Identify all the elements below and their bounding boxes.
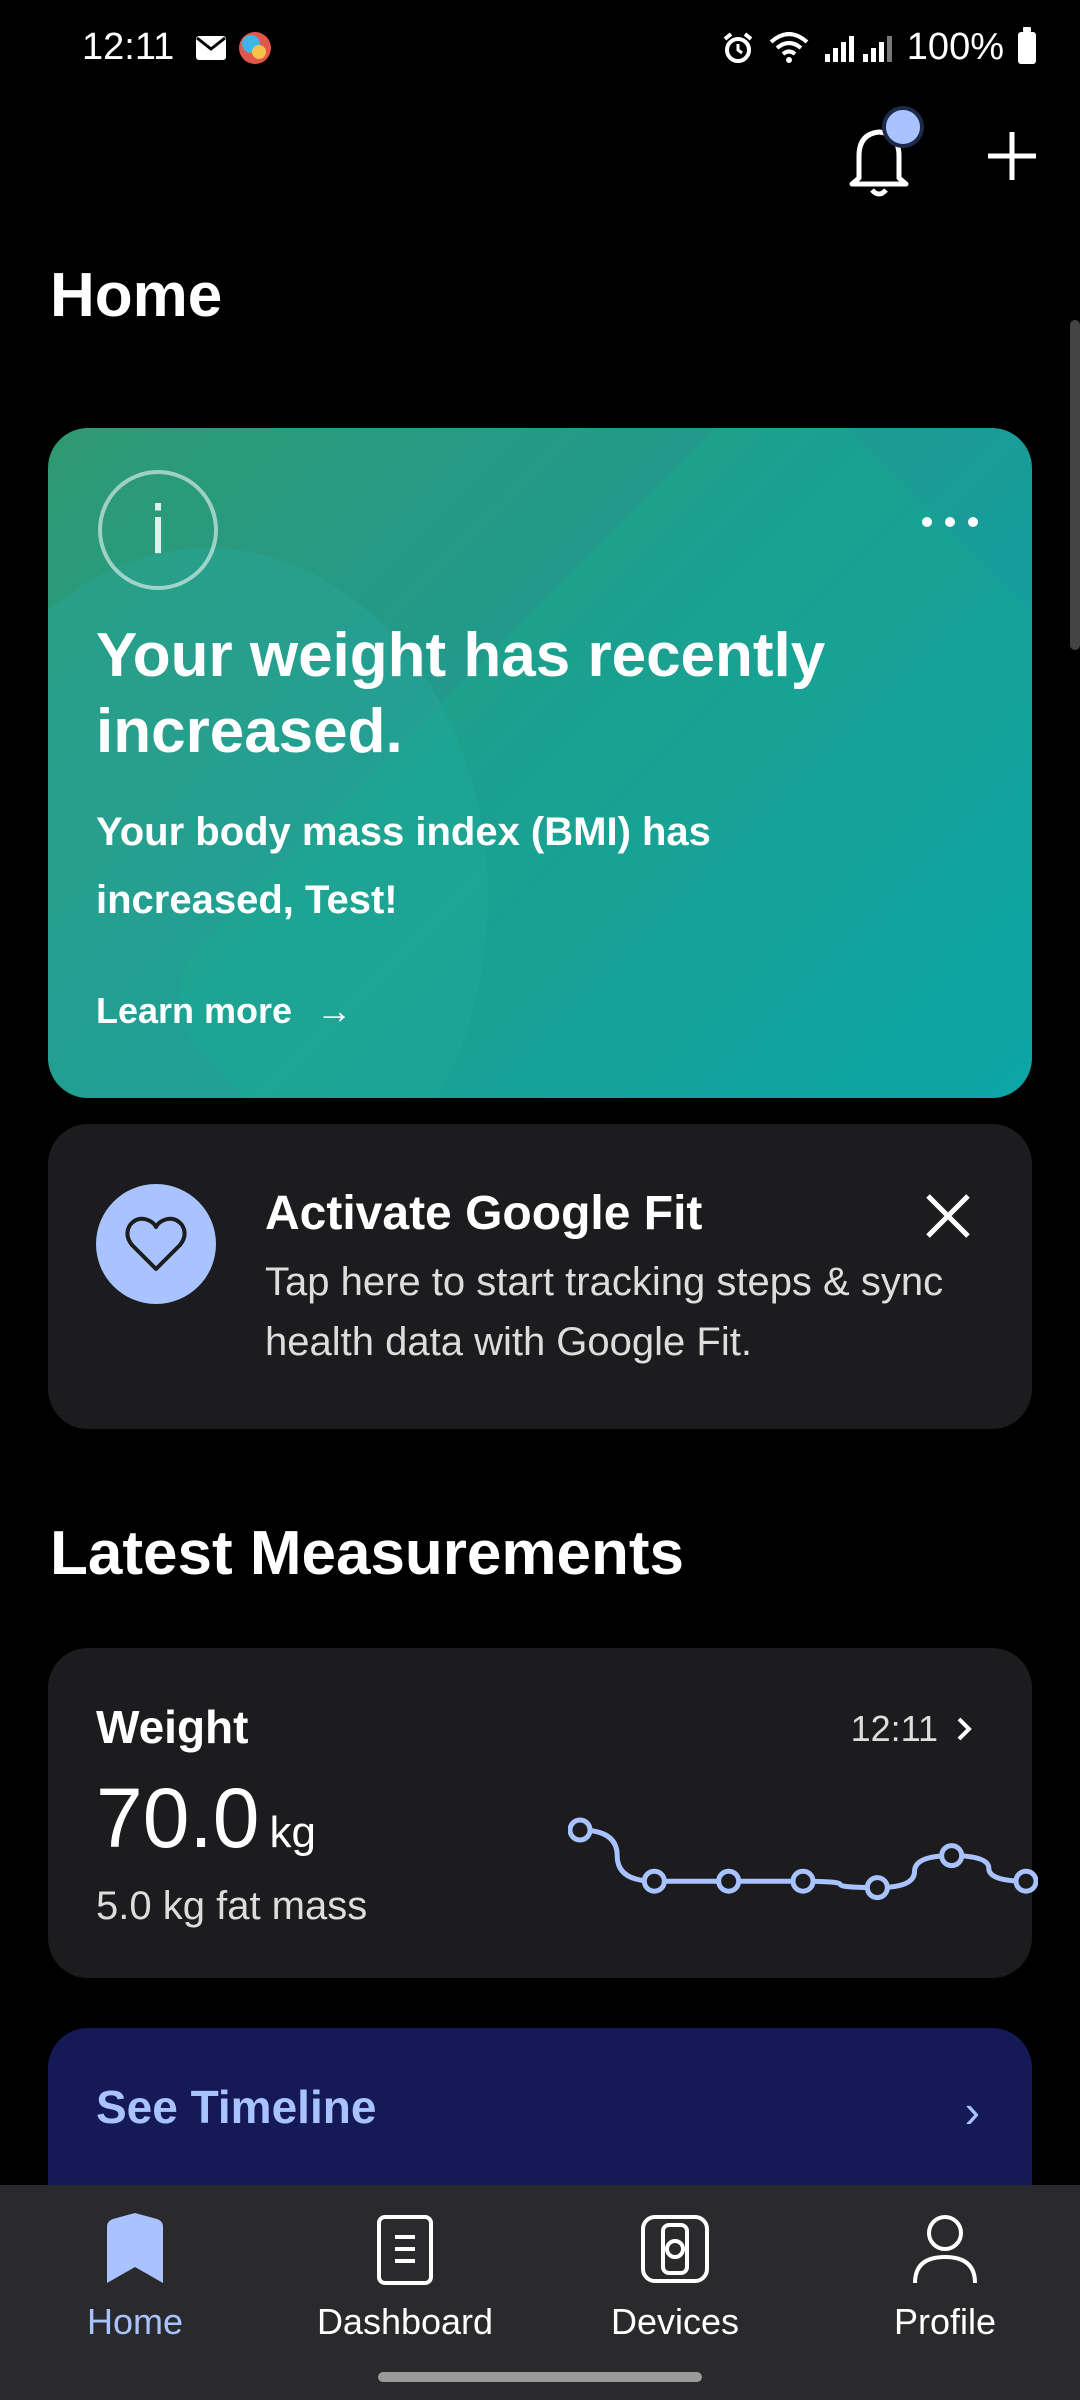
more-options-button[interactable] — [920, 486, 980, 541]
heart-icon — [125, 1216, 187, 1271]
bottom-navigation: Home Dashboard Devices Profile — [0, 2185, 1080, 2400]
weight-number: 70.0 — [96, 1771, 260, 1865]
mail-icon — [196, 36, 226, 60]
weight-card[interactable]: Weight 12:11 70.0 kg 5.0 kg fat mass — [48, 1648, 1038, 1978]
trend-point — [1013, 1868, 1038, 1894]
heart-icon-badge — [96, 1184, 216, 1304]
trend-point — [716, 1868, 742, 1894]
learn-more-link[interactable]: Learn more → — [96, 990, 352, 1032]
google-fit-title: Activate Google Fit — [265, 1187, 703, 1240]
see-timeline-button[interactable]: See Timeline › — [48, 2028, 1032, 2188]
nav-devices[interactable]: Devices — [540, 2185, 810, 2400]
google-fit-card[interactable]: Activate Google Fit Tap here to start tr… — [48, 1124, 1032, 1429]
battery-percent: 100% — [906, 26, 1004, 68]
section-title: Latest Measurements — [50, 1519, 685, 1588]
nav-label: Devices — [610, 2301, 740, 2342]
status-bar: 12:11 100% — [0, 0, 1080, 100]
more-icon — [922, 517, 978, 527]
nav-label: Profile — [893, 2301, 997, 2342]
profile-icon — [913, 2215, 977, 2284]
weight-trend-chart — [568, 1817, 1038, 1901]
measurement-time-text: 12:11 — [850, 1708, 938, 1749]
google-fit-description: Tap here to start tracking steps & sync … — [265, 1260, 944, 1364]
status-time: 12:11 — [82, 26, 175, 68]
alarm-icon — [723, 31, 753, 63]
dismiss-button[interactable] — [918, 1186, 978, 1246]
nav-profile[interactable]: Profile — [810, 2185, 1080, 2400]
dashboard-icon — [377, 2215, 433, 2285]
trend-point — [641, 1868, 667, 1894]
notification-badge — [882, 106, 924, 148]
nav-label: Dashboard — [316, 2301, 494, 2342]
battery-icon — [1018, 26, 1036, 64]
watch-icon — [641, 2215, 709, 2283]
plus-icon — [988, 132, 1036, 180]
insight-card[interactable]: i Your weight has recently increased. Yo… — [48, 428, 1032, 1098]
measurement-time: 12:11 — [851, 1708, 972, 1750]
weight-unit: kg — [269, 1808, 316, 1857]
app-icon — [239, 32, 271, 64]
insight-title: Your weight has recently increased. — [96, 621, 826, 766]
weight-value: 70.0 kg — [96, 1770, 316, 1867]
add-button[interactable] — [984, 125, 1040, 195]
home-icon — [107, 2213, 163, 2283]
insight-body: Your body mass index (BMI) has increased… — [96, 810, 711, 922]
trend-point — [790, 1868, 816, 1894]
page-title: Home — [50, 261, 223, 330]
trend-point — [568, 1817, 593, 1843]
measurement-label: Weight — [96, 1701, 249, 1753]
trend-point — [864, 1875, 890, 1901]
signal-icon — [824, 35, 892, 62]
nav-dashboard[interactable]: Dashboard — [270, 2185, 540, 2400]
trend-point — [939, 1843, 965, 1869]
nav-label: Home — [86, 2301, 184, 2342]
nav-home[interactable]: Home — [0, 2185, 270, 2400]
learn-more-label: Learn more — [96, 990, 293, 1031]
arrow-right-icon: → — [316, 990, 353, 1031]
chevron-right-icon: › — [964, 2085, 980, 2137]
status-right: 100% — [721, 26, 1036, 69]
status-left-icons — [195, 30, 273, 66]
chevron-right-icon — [957, 1717, 972, 1741]
gesture-handle — [378, 2372, 702, 2382]
scrollbar[interactable] — [1070, 320, 1080, 650]
see-timeline-label: See Timeline — [96, 2081, 377, 2133]
info-icon: i — [98, 470, 218, 590]
close-icon — [926, 1194, 970, 1238]
notifications-button[interactable] — [844, 106, 924, 200]
top-actions — [844, 106, 1040, 200]
wifi-icon — [769, 31, 809, 63]
fat-mass: 5.0 kg fat mass — [96, 1884, 368, 1928]
